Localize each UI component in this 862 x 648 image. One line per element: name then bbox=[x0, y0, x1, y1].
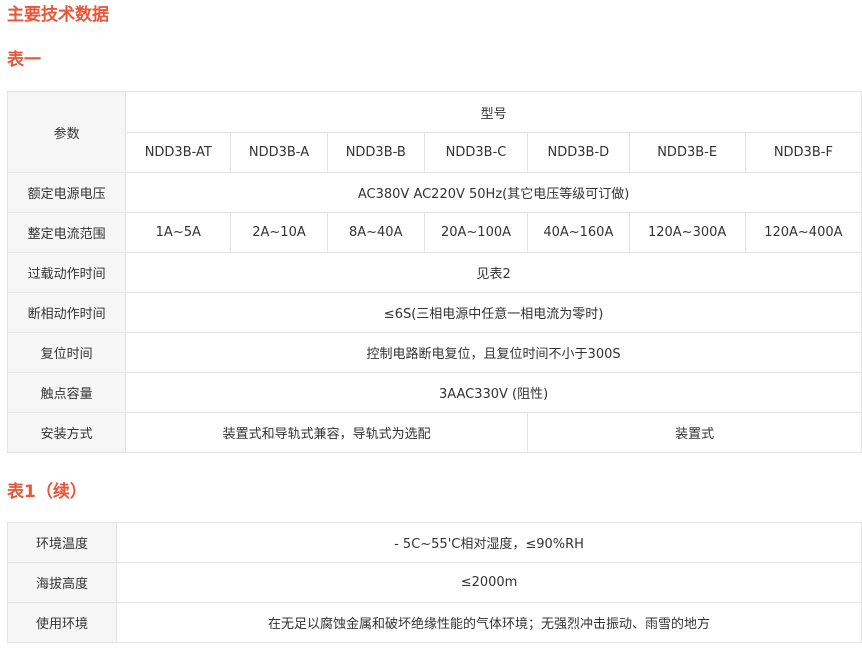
model-cell: NDD3B-A bbox=[230, 132, 328, 173]
table-row-header: 参数 型号 bbox=[6, 91, 862, 173]
table-row-contact-capacity: 触点容量 3AAC330V (阻性) bbox=[6, 372, 862, 413]
current-range-cell: 1A~5A bbox=[125, 212, 232, 253]
row-label: 触点容量 bbox=[6, 372, 127, 413]
row-label: 整定电流范围 bbox=[6, 212, 127, 253]
row-label: 环境温度 bbox=[6, 522, 118, 563]
model-header-cell: 型号 bbox=[125, 91, 862, 133]
row-value: 见表2 bbox=[125, 252, 862, 293]
row-value: 3AAC330V (阻性) bbox=[125, 372, 862, 413]
table-row-environment: 使用环境 在无足以腐蚀金属和破坏绝缘性能的气体环境；无强烈冲击振动、雨雪的地方 bbox=[6, 602, 862, 643]
row-value: 控制电路断电复位，且复位时间不小于300S bbox=[125, 332, 862, 373]
row-label: 安装方式 bbox=[6, 412, 127, 453]
current-range-cell: 2A~10A bbox=[230, 212, 328, 253]
row-label: 使用环境 bbox=[6, 602, 118, 643]
spec-table-1: 参数 型号 NDD3B-AT NDD3B-A NDD3B-B NDD3B-C N… bbox=[6, 91, 862, 453]
table-row-env-temp: 环境温度 - 5C~55'C相对湿度，≤90%RH bbox=[6, 522, 862, 563]
mounting-value-left: 装置式和导轨式兼容，导轨式为选配 bbox=[125, 412, 529, 453]
row-value: - 5C~55'C相对湿度，≤90%RH bbox=[116, 522, 862, 563]
table-row-current-range: 整定电流范围 1A~5A 2A~10A 8A~40A 20A~100A 40A~… bbox=[6, 212, 862, 253]
row-value: AC380V AC220V 50Hz(其它电压等级可订做) bbox=[125, 172, 862, 213]
row-label: 断相动作时间 bbox=[6, 292, 127, 333]
table-row-reset-time: 复位时间 控制电路断电复位，且复位时间不小于300S bbox=[6, 332, 862, 373]
table-row-mounting: 安装方式 装置式和导轨式兼容，导轨式为选配 装置式 bbox=[6, 412, 862, 453]
table-row-rated-voltage: 额定电源电压 AC380V AC220V 50Hz(其它电压等级可订做) bbox=[6, 172, 862, 213]
spec-table-1-cont: 环境温度 - 5C~55'C相对湿度，≤90%RH 海拔高度 ≤2000m 使用… bbox=[6, 522, 862, 643]
model-cell: NDD3B-E bbox=[628, 132, 746, 173]
table1-cont-heading: 表1（续） bbox=[7, 482, 87, 502]
mounting-value-right: 装置式 bbox=[527, 412, 862, 453]
main-heading: 主要技术数据 bbox=[7, 5, 109, 25]
row-label: 海拔高度 bbox=[6, 562, 118, 603]
model-cell: NDD3B-C bbox=[423, 132, 529, 173]
row-value: ≤2000m bbox=[116, 562, 862, 603]
table-row-models: NDD3B-AT NDD3B-A NDD3B-B NDD3B-C NDD3B-D… bbox=[8, 132, 862, 173]
table1-heading: 表一 bbox=[7, 50, 41, 70]
row-label: 复位时间 bbox=[6, 332, 127, 373]
model-cell: NDD3B-B bbox=[326, 132, 425, 173]
current-range-cell: 40A~160A bbox=[527, 212, 630, 253]
current-range-cell: 20A~100A bbox=[423, 212, 529, 253]
model-cell: NDD3B-F bbox=[744, 132, 862, 173]
table-row-altitude: 海拔高度 ≤2000m bbox=[6, 562, 862, 603]
row-label: 额定电源电压 bbox=[6, 172, 127, 213]
table-row-phase-loss-time: 断相动作时间 ≤6S(三相电源中任意一相电流为零时) bbox=[6, 292, 862, 333]
current-range-cell: 120A~400A bbox=[744, 212, 862, 253]
current-range-cell: 8A~40A bbox=[326, 212, 425, 253]
current-range-cell: 120A~300A bbox=[628, 212, 746, 253]
row-label: 过载动作时间 bbox=[6, 252, 127, 293]
model-cell: NDD3B-AT bbox=[125, 132, 232, 173]
row-value: ≤6S(三相电源中任意一相电流为零时) bbox=[125, 292, 862, 333]
model-cell: NDD3B-D bbox=[527, 132, 630, 173]
table-row-overload-time: 过载动作时间 见表2 bbox=[6, 252, 862, 293]
row-value: 在无足以腐蚀金属和破坏绝缘性能的气体环境；无强烈冲击振动、雨雪的地方 bbox=[116, 602, 862, 643]
param-header-cell: 参数 bbox=[6, 91, 127, 173]
